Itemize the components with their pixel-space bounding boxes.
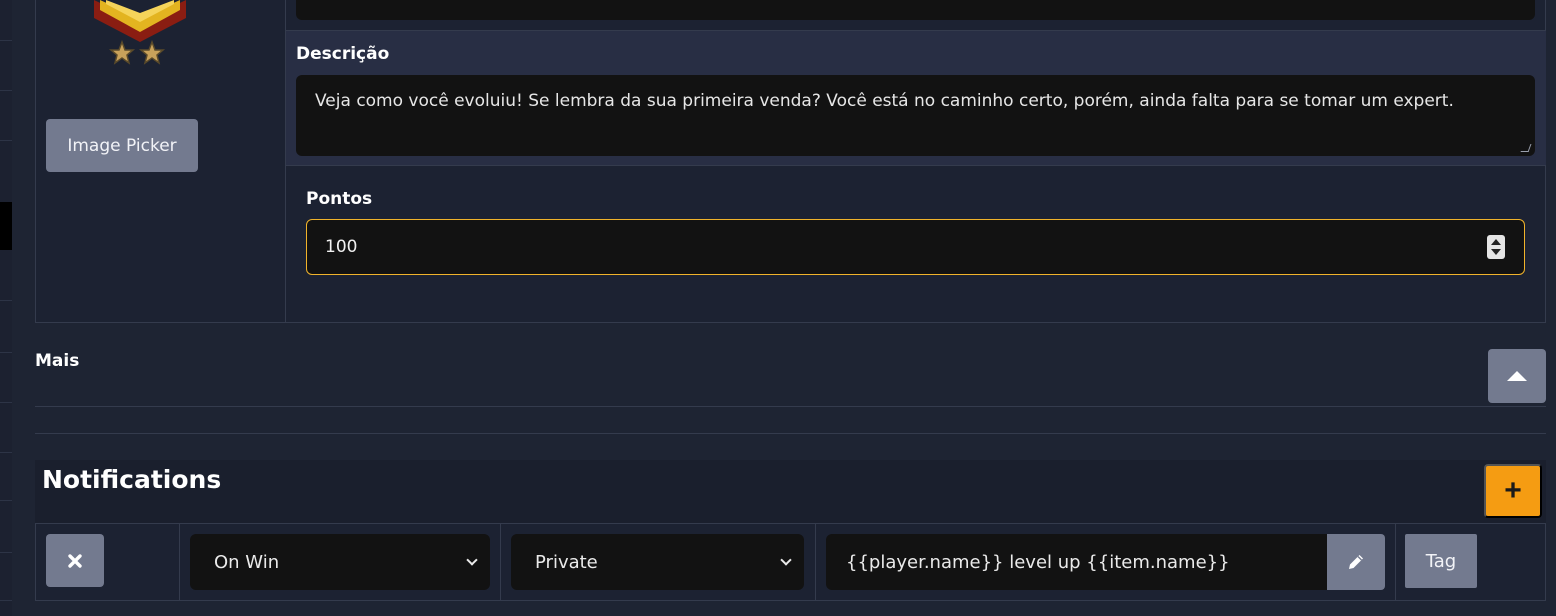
cell-divider: [815, 523, 816, 601]
caret-up-icon: [1507, 371, 1527, 381]
tag-button[interactable]: Tag: [1405, 534, 1477, 588]
rank-emblem-image: [94, 0, 186, 65]
visibility-select[interactable]: Private: [511, 534, 804, 590]
visibility-select-value: Private: [535, 551, 598, 573]
left-gutter: [0, 0, 12, 616]
notification-message-input[interactable]: {{player.name}} level up {{item.name}}: [826, 534, 1328, 590]
description-text: Veja como você evoluiu! Se lembra da sua…: [315, 91, 1454, 111]
points-value: 100: [325, 237, 358, 257]
increment-arrow-icon[interactable]: [1491, 239, 1501, 245]
description-textarea[interactable]: Veja como você evoluiu! Se lembra da sua…: [296, 75, 1535, 156]
bottom-spacer: [35, 601, 1546, 616]
edit-message-button[interactable]: [1327, 534, 1385, 590]
number-spinner-icon[interactable]: [1487, 235, 1505, 259]
title-input[interactable]: [296, 0, 1535, 20]
add-notification-button[interactable]: +: [1484, 464, 1542, 518]
collapse-more-button[interactable]: [1488, 349, 1546, 403]
resize-handle-icon[interactable]: [1520, 144, 1532, 152]
image-picker-button[interactable]: Image Picker: [46, 119, 198, 172]
close-icon: [68, 553, 82, 568]
points-input[interactable]: 100: [306, 219, 1525, 275]
notifications-title: Notifications: [42, 465, 222, 494]
event-select-value: On Win: [214, 551, 280, 573]
notification-message-value: {{player.name}} level up {{item.name}}: [846, 551, 1230, 573]
more-section-title: Mais: [35, 351, 80, 371]
decrement-arrow-icon[interactable]: [1491, 249, 1501, 255]
chevron-down-icon: [780, 554, 792, 566]
divider: [35, 433, 1546, 434]
cell-divider: [179, 523, 180, 601]
pencil-icon: [1349, 555, 1363, 569]
divider: [35, 406, 1546, 407]
cell-divider: [500, 523, 501, 601]
cell-divider: [1395, 523, 1396, 601]
description-label: Descrição: [296, 44, 390, 64]
points-label: Pontos: [306, 189, 373, 209]
event-select[interactable]: On Win: [190, 534, 490, 590]
chevron-down-icon: [466, 554, 478, 566]
notifications-header: [35, 460, 1546, 523]
plus-icon: +: [1504, 474, 1522, 507]
remove-notification-button[interactable]: [46, 534, 104, 587]
